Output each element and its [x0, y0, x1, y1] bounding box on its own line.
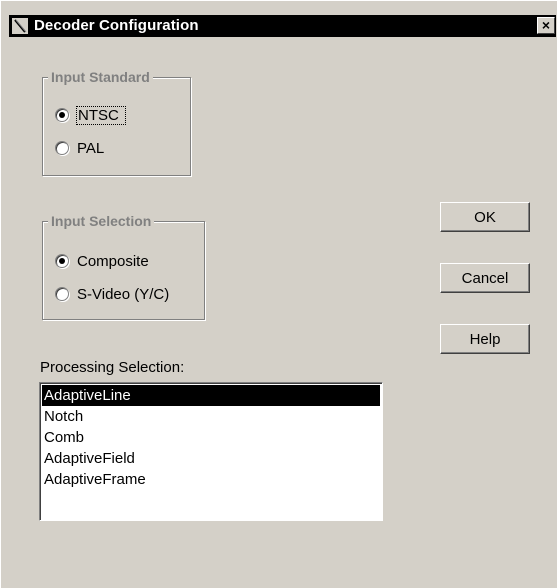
radio-s-video-button[interactable]: [55, 287, 69, 301]
radio-ntsc-button[interactable]: [55, 108, 69, 122]
input-standard-legend: Input Standard: [48, 68, 153, 86]
decoder-configuration-dialog: Decoder Configuration × Input Standard N…: [0, 0, 557, 588]
radio-composite-label: Composite: [77, 253, 149, 270]
window-title: Decoder Configuration: [34, 17, 199, 34]
help-button[interactable]: Help: [440, 324, 530, 354]
list-item-adaptive-line[interactable]: AdaptiveLine: [42, 385, 380, 406]
list-item-adaptive-frame[interactable]: AdaptiveFrame: [42, 469, 380, 490]
radio-ntsc-label: NTSC: [76, 106, 126, 125]
title-bar[interactable]: Decoder Configuration ×: [9, 15, 556, 37]
radio-pal-button[interactable]: [55, 141, 69, 155]
app-icon: [12, 18, 28, 34]
radio-pal-label: PAL: [77, 140, 105, 157]
radio-selected-dot: [59, 112, 65, 118]
processing-listbox[interactable]: AdaptiveLine Notch Comb AdaptiveField Ad…: [39, 382, 383, 521]
cancel-button[interactable]: Cancel: [440, 263, 530, 293]
close-icon[interactable]: ×: [537, 17, 555, 34]
input-standard-group: Input Standard NTSC PAL: [42, 68, 191, 176]
radio-composite-button[interactable]: [55, 254, 69, 268]
radio-selected-dot: [59, 258, 65, 264]
input-selection-legend: Input Selection: [48, 212, 155, 230]
list-item-comb[interactable]: Comb: [42, 427, 380, 448]
input-selection-group: Input Selection Composite S-Video (Y/C): [42, 212, 205, 320]
list-item-notch[interactable]: Notch: [42, 406, 380, 427]
processing-selection-label: Processing Selection:: [40, 359, 185, 376]
list-item-adaptive-field[interactable]: AdaptiveField: [42, 448, 380, 469]
ok-button[interactable]: OK: [440, 202, 530, 232]
radio-s-video-label: S-Video (Y/C): [77, 286, 170, 303]
